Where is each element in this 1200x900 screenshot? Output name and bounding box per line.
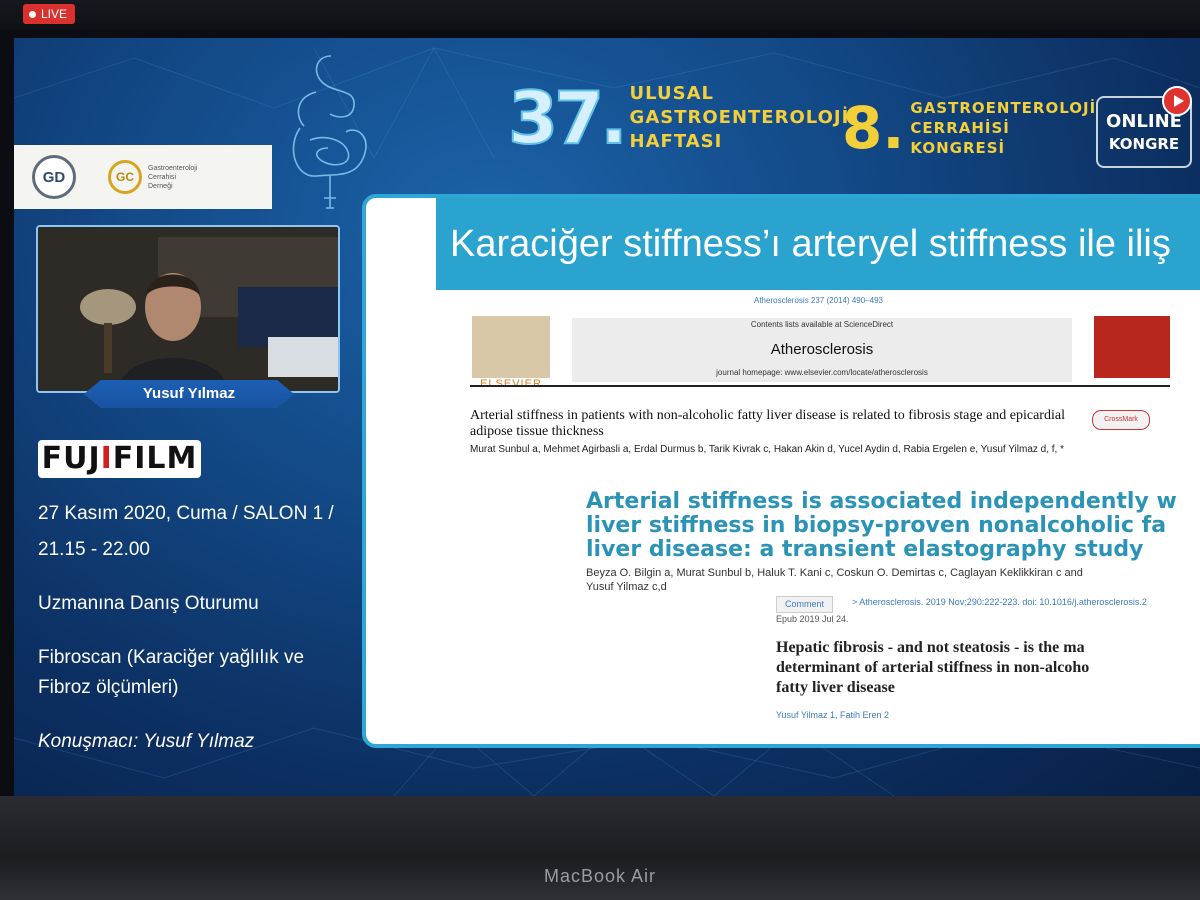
article-1-authors: Murat Sunbul a, Mehmet Agirbasli a, Erda… xyxy=(470,444,1065,455)
elsevier-wordmark: ELSEVIER xyxy=(480,378,542,390)
journal-citation-top: Atherosclerosis 237 (2014) 490–493 xyxy=(754,296,883,305)
congress-37-title-line: ULUSAL xyxy=(629,83,714,104)
congress-8-title-line: GASTROENTEROLOJİ xyxy=(910,99,1097,117)
session-presenter: Konuşmacı: Yusuf Yılmaz xyxy=(38,731,255,752)
gc-text-line: Gastroenteroloji xyxy=(148,164,198,172)
journal-cover-image xyxy=(1094,316,1170,378)
congress-8-title-line: CERRAHİSİ xyxy=(910,119,1010,137)
conference-stream-screen: GD GC Gastroenteroloji Cerrahisi Derneği… xyxy=(14,38,1200,796)
congress-8-number: 8. xyxy=(842,94,905,162)
article-2-authors: Beyza O. Bilgin a, Murat Sunbul b, Haluk… xyxy=(586,567,1083,593)
presentation-slide: Karaciğer stiffness’ı arteryel stiffness… xyxy=(362,194,1200,748)
association-logos-strip: GD GC Gastroenteroloji Cerrahisi Derneği xyxy=(14,145,272,209)
gc-association-name: Gastroenteroloji Cerrahisi Derneği xyxy=(148,164,197,191)
crossmark-icon: CrossMark xyxy=(1092,410,1150,430)
congress-37-title-line: HAFTASI xyxy=(629,131,723,152)
congress-8-heading: 8. GASTROENTEROLOJİ CERRAHİSİ KONGRESİ xyxy=(842,98,1096,158)
live-label: LIVE xyxy=(41,7,68,21)
congress-37-title-line: GASTROENTEROLOJİ xyxy=(629,107,850,128)
article-3-citation: > Atherosclerosis. 2019 Nov;290:222-223.… xyxy=(852,597,1147,607)
elsevier-tree-logo xyxy=(472,316,550,378)
journal-name: Atherosclerosis xyxy=(770,341,874,358)
macbook-air-label: MacBook Air xyxy=(543,866,657,886)
congress-37-number: 37. xyxy=(507,76,629,160)
speaker-name-banner: Yusuf Yılmaz xyxy=(84,380,294,408)
speaker-video-feed xyxy=(38,227,338,391)
session-date-line-2: 21.15 - 22.00 xyxy=(38,539,150,560)
article-2-title: Arterial stiffness is associated indepen… xyxy=(586,489,1177,562)
epub-date: Epub 2019 Jul 24. xyxy=(776,614,849,624)
journal-header-rule xyxy=(470,385,1170,387)
congress-37-heading: 37. ULUSAL GASTROENTEROLOJİ HAFTASI xyxy=(507,76,850,160)
session-type: Uzmanına Danış Oturumu xyxy=(38,593,259,614)
journal-homepage: journal homepage: www.elsevier.com/locat… xyxy=(716,368,928,377)
congress-37-title: ULUSAL GASTROENTEROLOJİ HAFTASI xyxy=(630,82,850,154)
comment-badge: Comment xyxy=(776,596,834,613)
live-recording-badge: LIVE xyxy=(23,4,76,24)
fujifilm-logo-part: FILM xyxy=(112,441,198,476)
speaker-video xyxy=(36,225,340,393)
article-3-authors: Yusuf Yilmaz 1, Fatih Eren 2 xyxy=(776,710,890,720)
play-icon xyxy=(1162,86,1192,116)
congress-8-title: GASTROENTEROLOJİ CERRAHİSİ KONGRESİ xyxy=(910,98,1096,158)
fujifilm-logo-red-i: I xyxy=(100,441,113,476)
fujifilm-logo-part: FUJ xyxy=(41,441,101,476)
article-1-title: Arterial stiffness in patients with non-… xyxy=(470,408,1065,439)
kongre-label: KONGRE xyxy=(1108,135,1180,153)
slide-title: Karaciğer stiffness’ı arteryel stiffness… xyxy=(436,198,1200,290)
laptop-bezel-top xyxy=(0,0,1200,30)
contents-available-line: Contents lists available at ScienceDirec… xyxy=(750,320,894,329)
congress-8-title-line: KONGRESİ xyxy=(910,139,1006,157)
session-date-line-1: 27 Kasım 2020, Cuma / SALON 1 / xyxy=(38,503,334,524)
gc-association-logo: GC xyxy=(108,160,142,194)
session-topic-line-1: Fibroscan (Karaciğer yağlılık ve xyxy=(38,647,305,668)
gd-association-logo: GD xyxy=(32,155,76,199)
session-topic-line-2: Fibroz ölçümleri) xyxy=(38,677,179,698)
gc-text-line: Cerrahisi xyxy=(148,173,177,181)
journal-header-box: Contents lists available at ScienceDirec… xyxy=(572,318,1072,382)
fujifilm-logo: FUJIFILM xyxy=(38,440,201,478)
record-dot-icon xyxy=(29,10,36,18)
article-3-title: Hepatic fibrosis - and not steatosis - i… xyxy=(776,639,1090,696)
gc-text-line: Derneği xyxy=(148,182,173,190)
